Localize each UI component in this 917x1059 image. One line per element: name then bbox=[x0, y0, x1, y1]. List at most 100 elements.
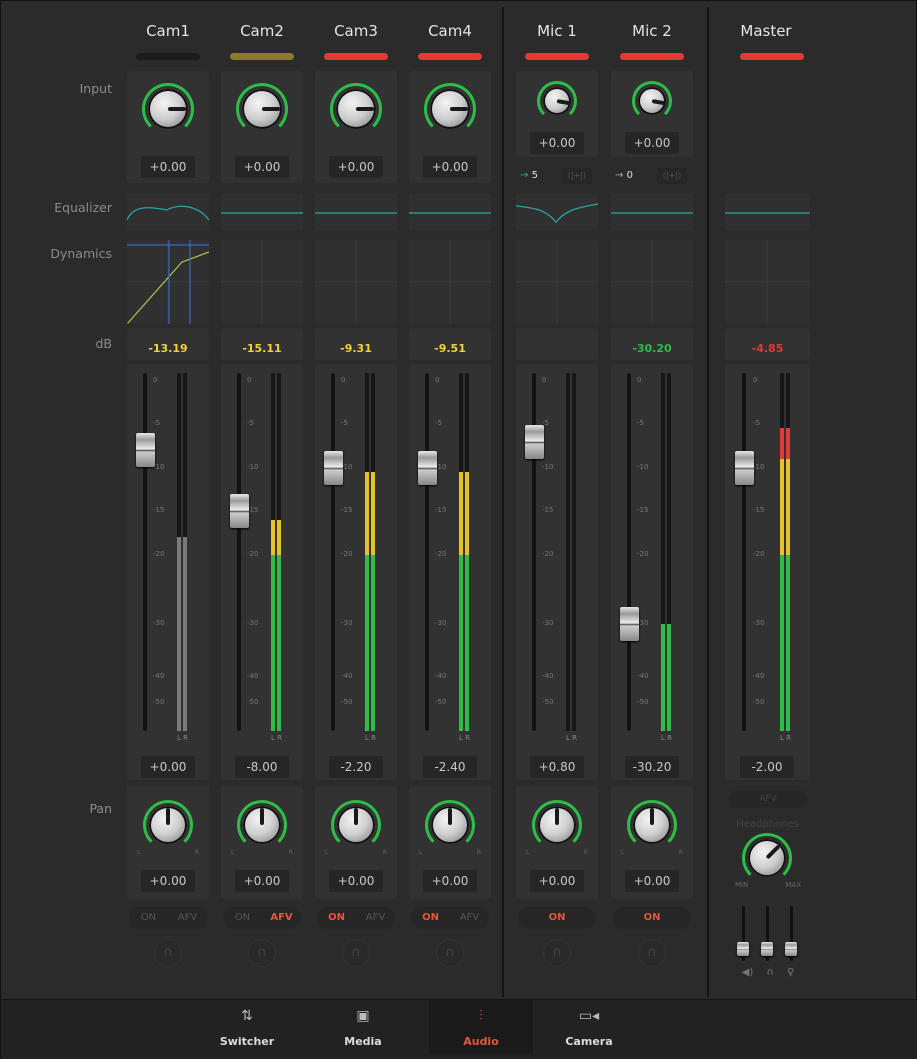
channel-cam2-meter-level bbox=[271, 555, 275, 731]
tab-audio[interactable]: ⫶ Audio bbox=[429, 1000, 533, 1054]
headphone-mix-fader-cap-0[interactable] bbox=[737, 942, 749, 956]
channel-mic1-equalizer[interactable] bbox=[515, 194, 599, 230]
channel-cam2-tally bbox=[230, 53, 294, 60]
channel-cam1-equalizer[interactable] bbox=[126, 194, 210, 230]
channel-cam1-input-value: +0.00 bbox=[141, 156, 195, 178]
channel-cam3-input-knob[interactable] bbox=[336, 89, 376, 129]
channel-cam2-fader-track[interactable] bbox=[237, 373, 241, 731]
audio-icon: ⫶ bbox=[479, 1008, 483, 1024]
channel-cam2-on-button[interactable]: ON bbox=[223, 907, 262, 929]
channel-mic1-monitor-button[interactable]: ∩ bbox=[543, 939, 571, 967]
channel-master-meter-level bbox=[786, 555, 790, 731]
channel-master-fader-track[interactable] bbox=[742, 373, 746, 731]
channel-cam2-pan-knob[interactable] bbox=[243, 806, 281, 844]
channel-cam3-pan-knob[interactable] bbox=[337, 806, 375, 844]
channel-cam2-dynamics[interactable] bbox=[221, 240, 303, 324]
scale-tick: -10 bbox=[153, 463, 165, 471]
channel-cam3-fader-track[interactable] bbox=[331, 373, 335, 731]
channel-mic2-dynamics[interactable] bbox=[611, 240, 693, 324]
channel-mic1-input-knob[interactable] bbox=[543, 87, 571, 115]
channel-cam3-monitor-button[interactable]: ∩ bbox=[342, 939, 370, 967]
scale-tick: -20 bbox=[247, 550, 259, 558]
channel-cam4-dynamics[interactable] bbox=[409, 240, 491, 324]
channel-cam3-on-button[interactable]: ON bbox=[317, 907, 356, 929]
scale-tick: 0 bbox=[153, 376, 158, 384]
channel-cam4-on-button[interactable]: ON bbox=[411, 907, 450, 929]
channel-mic1-routing-indicator[interactable]: → 5 bbox=[520, 167, 560, 185]
channel-mic2-equalizer[interactable] bbox=[611, 194, 693, 230]
channel-cam4-input-knob[interactable] bbox=[430, 89, 470, 129]
channel-mic1-dynamics[interactable] bbox=[516, 240, 598, 324]
headphones-icon: ∩ bbox=[445, 945, 455, 960]
channel-cam1-input-knob-indicator bbox=[168, 107, 186, 111]
channel-mic2-routing-indicator[interactable]: → 0 bbox=[615, 167, 655, 185]
channel-cam4-afv-button[interactable]: AFV bbox=[450, 907, 489, 929]
tab-switcher[interactable]: ⇅ Switcher bbox=[207, 1000, 287, 1054]
headphones-level-knob[interactable] bbox=[748, 839, 786, 877]
channel-mic2-input-knob[interactable] bbox=[638, 87, 666, 115]
pan-left-label: L bbox=[526, 849, 530, 856]
channel-mic2-fader-track[interactable] bbox=[627, 373, 631, 731]
channel-cam3-fader-cap[interactable] bbox=[324, 451, 343, 485]
channel-cam3-eq-curve bbox=[315, 212, 397, 214]
channel-cam3-dynamics[interactable] bbox=[315, 240, 397, 324]
channel-master-fader-cap[interactable] bbox=[735, 451, 754, 485]
channel-cam4-meter-left bbox=[459, 373, 463, 731]
channel-cam4-pan-knob[interactable] bbox=[431, 806, 469, 844]
channel-cam4-monitor-button[interactable]: ∩ bbox=[436, 939, 464, 967]
tab-media[interactable]: ▣ Media bbox=[323, 1000, 403, 1054]
channel-cam4-equalizer[interactable] bbox=[409, 194, 491, 230]
channel-cam1-meter-level bbox=[177, 537, 181, 731]
channel-cam1-afv-button[interactable]: AFV bbox=[168, 907, 207, 929]
channel-cam3-equalizer[interactable] bbox=[315, 194, 397, 230]
scale-tick: -15 bbox=[753, 506, 765, 514]
switcher-icon: ⇅ bbox=[241, 1008, 253, 1024]
channel-cam1-dynamics[interactable] bbox=[127, 240, 209, 324]
channel-cam3-afv-button[interactable]: AFV bbox=[356, 907, 395, 929]
channel-mic1-pan-knob[interactable] bbox=[538, 806, 576, 844]
channel-cam1-input-knob[interactable] bbox=[148, 89, 188, 129]
channel-master-afv-button[interactable]: AFV bbox=[729, 790, 807, 808]
channel-mic2-pan-knob[interactable] bbox=[633, 806, 671, 844]
headphones-icon: ∩ bbox=[766, 967, 774, 978]
tab-camera[interactable]: ▭◂ Camera bbox=[549, 1000, 629, 1054]
channel-cam1-lr-label: L R bbox=[177, 734, 188, 742]
channel-cam3-meter-level bbox=[371, 472, 375, 555]
scale-tick: -30 bbox=[341, 619, 353, 627]
channel-mic2-stereo-link-button[interactable]: (|+|) bbox=[657, 168, 687, 184]
channel-cam1-eq-curve bbox=[126, 205, 210, 221]
channel-cam4-fader-track[interactable] bbox=[425, 373, 429, 731]
channel-cam4-pan-value: +0.00 bbox=[423, 870, 477, 892]
channel-cam4-fader-value: -2.40 bbox=[423, 756, 477, 778]
channel-cam1-on-button[interactable]: ON bbox=[129, 907, 168, 929]
channel-cam1-fader-cap[interactable] bbox=[136, 433, 155, 468]
headphone-mix-fader-cap-2[interactable] bbox=[785, 942, 797, 956]
channel-cam1-fader-track[interactable] bbox=[143, 373, 147, 731]
headphones-icon: ∩ bbox=[163, 945, 173, 960]
scale-tick: -10 bbox=[435, 463, 447, 471]
channel-master-dynamics[interactable] bbox=[725, 240, 810, 324]
channel-mic2-monitor-button[interactable]: ∩ bbox=[638, 939, 666, 967]
channel-cam2-input-knob[interactable] bbox=[242, 89, 282, 129]
channel-cam1-pan-knob[interactable] bbox=[149, 806, 187, 844]
row-label-pan: Pan bbox=[89, 801, 112, 816]
channel-mic1-lr-label: L R bbox=[566, 734, 577, 742]
channel-cam4-fader-cap[interactable] bbox=[418, 451, 437, 485]
channel-master-equalizer[interactable] bbox=[725, 194, 810, 230]
channel-mic1-on-button[interactable]: ON bbox=[518, 907, 596, 929]
channel-mic2-fader-cap[interactable] bbox=[620, 607, 639, 641]
channel-cam2-fader-cap[interactable] bbox=[230, 494, 249, 528]
channel-cam2-equalizer[interactable] bbox=[221, 194, 303, 230]
headphones-level-knob-indicator bbox=[765, 844, 781, 860]
channel-cam2-monitor-button[interactable]: ∩ bbox=[248, 939, 276, 967]
channel-cam2-afv-button[interactable]: AFV bbox=[262, 907, 301, 929]
channel-master-fader-value: -2.00 bbox=[740, 756, 794, 778]
channel-mic1-fader-cap[interactable] bbox=[525, 424, 544, 459]
headphone-mix-fader-cap-1[interactable] bbox=[761, 942, 773, 956]
channel-mic2-input-knob-indicator bbox=[651, 99, 665, 106]
channel-mic1-stereo-link-button[interactable]: (|+|) bbox=[562, 168, 592, 184]
channel-cam1-monitor-button[interactable]: ∩ bbox=[154, 939, 182, 967]
channel-cam3-lr-label: L R bbox=[365, 734, 376, 742]
channel-mic2-on-button[interactable]: ON bbox=[613, 907, 691, 929]
channel-master-meter-level bbox=[780, 459, 784, 555]
